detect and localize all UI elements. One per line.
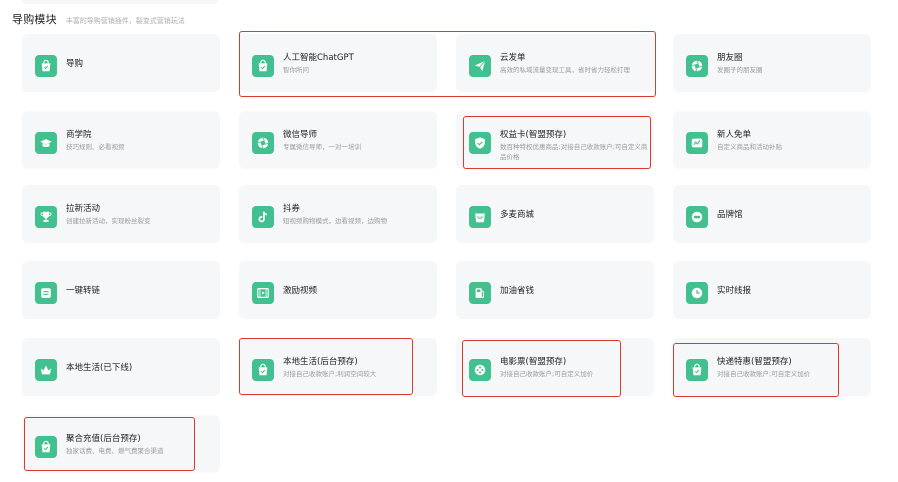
module-card[interactable]: 新人免单自定义商品和活动补贴 bbox=[673, 111, 871, 169]
section-title: 导购模块 bbox=[12, 13, 57, 26]
module-name: 多麦商城 bbox=[500, 210, 535, 220]
shopping-bag-icon bbox=[252, 55, 274, 77]
top-strip bbox=[22, 0, 218, 4]
fuel-pump-icon bbox=[469, 282, 491, 304]
module-description: 创建拉新活动，实现粉丝裂变 bbox=[66, 217, 151, 225]
shopping-bag-icon bbox=[35, 55, 57, 77]
module-card[interactable]: 朋友圈发圈子的朋友圈 bbox=[673, 34, 871, 92]
module-card[interactable]: 权益卡(智盟预存) 数百种特权优惠商品;对接自己收款账户;可自定义商品价格 bbox=[456, 111, 654, 169]
module-card[interactable]: 云发单高效的私域流量变现工具，省时省力轻松打理 bbox=[456, 34, 654, 92]
crown-icon bbox=[35, 359, 57, 381]
module-name: 抖券 bbox=[283, 204, 301, 214]
section-header: 导购模块 丰富的导购营销插件，裂变式营销玩法 bbox=[12, 11, 185, 27]
section-subtitle: 丰富的导购营销插件，裂变式营销玩法 bbox=[65, 17, 185, 25]
module-description: 数百种特权优惠商品;对接自己收款账户;可自定义商品价格 bbox=[500, 143, 648, 161]
module-card[interactable]: 电影票(智盟预存) 对接自己收款账户;可自定义加价 bbox=[456, 338, 654, 396]
module-card[interactable]: 导购 bbox=[22, 34, 220, 92]
module-name: 人工智能ChatGPT bbox=[283, 53, 354, 63]
module-description: 技巧规则、必看视频 bbox=[66, 143, 125, 151]
module-card[interactable]: 激励视频 bbox=[239, 261, 437, 319]
module-description: 短视频购物模式，边看视频，边购物 bbox=[283, 217, 387, 225]
shield-check-icon bbox=[469, 132, 491, 154]
module-description: 发圈子的朋友圈 bbox=[717, 66, 763, 74]
module-card[interactable]: 微信导师专属微信导师，一对一培训 bbox=[239, 111, 437, 169]
module-description: 专属微信导师，一对一培训 bbox=[283, 143, 361, 151]
module-name: 快递特惠(智盟预存) bbox=[717, 357, 792, 367]
module-description: 对接自己收款账户;可自定义加价 bbox=[500, 370, 594, 378]
module-card[interactable]: 品牌馆 bbox=[673, 185, 871, 243]
module-name: 权益卡(智盟预存) bbox=[500, 130, 567, 140]
shopping-bag-icon bbox=[35, 436, 57, 458]
shop-icon bbox=[469, 206, 491, 228]
graduation-cap-icon bbox=[35, 132, 57, 154]
module-card[interactable]: 人工智能ChatGPT 智你所问 bbox=[239, 34, 437, 92]
module-name: 新人免单 bbox=[717, 130, 752, 140]
module-card[interactable]: 多麦商城 bbox=[456, 185, 654, 243]
module-card[interactable]: 本地生活(已下线) bbox=[22, 338, 220, 396]
module-name: 云发单 bbox=[500, 53, 526, 63]
module-name: 实时线报 bbox=[717, 286, 752, 296]
module-name: 微信导师 bbox=[283, 130, 318, 140]
aperture-icon bbox=[686, 55, 708, 77]
module-card[interactable]: 一键转链 bbox=[22, 261, 220, 319]
module-description: 高效的私域流量变现工具，省时省力轻松打理 bbox=[500, 66, 630, 74]
shopping-bag-icon bbox=[686, 359, 708, 381]
module-card[interactable]: 本地生活(后台预存) 对接自己收款账户;利润空间较大 bbox=[239, 338, 437, 396]
link-card-icon bbox=[35, 282, 57, 304]
module-name: 一键转链 bbox=[66, 286, 101, 296]
module-card[interactable]: 快递特惠(智盟预存) 对接自己收款账户;可自定义加价 bbox=[673, 338, 871, 396]
module-name: 品牌馆 bbox=[717, 210, 743, 220]
module-name: 拉新活动 bbox=[66, 204, 101, 214]
module-name: 导购 bbox=[66, 59, 84, 69]
module-card[interactable]: 商学院技巧规则、必看视频 bbox=[22, 111, 220, 169]
module-card[interactable]: 实时线报 bbox=[673, 261, 871, 319]
module-name: 朋友圈 bbox=[717, 53, 743, 63]
module-description: 智你所问 bbox=[283, 66, 309, 74]
film-icon bbox=[252, 282, 274, 304]
paper-plane-icon bbox=[469, 55, 491, 77]
module-description: 对接自己收款账户;利润空间较大 bbox=[283, 370, 377, 378]
shopping-bag-icon bbox=[252, 359, 274, 381]
brand-badge-icon bbox=[686, 206, 708, 228]
module-name: 本地生活(已下线) bbox=[66, 363, 133, 373]
module-name: 商学院 bbox=[66, 130, 92, 140]
module-card[interactable]: 抖券短视频购物模式，边看视频，边购物 bbox=[239, 185, 437, 243]
module-name: 激励视频 bbox=[283, 286, 318, 296]
module-name: 聚合充值(后台预存) bbox=[66, 434, 141, 444]
module-name: 加油省钱 bbox=[500, 286, 535, 296]
film-reel-icon bbox=[469, 359, 491, 381]
tiktok-note-icon bbox=[252, 206, 274, 228]
gift-card-icon bbox=[686, 132, 708, 154]
clock-icon bbox=[686, 282, 708, 304]
trophy-icon bbox=[35, 206, 57, 228]
module-description: 独家话费、电费、燃气费聚合渠道 bbox=[66, 447, 164, 455]
module-name: 电影票(智盟预存) bbox=[500, 357, 567, 367]
module-card[interactable]: 拉新活动创建拉新活动，实现粉丝裂变 bbox=[22, 185, 220, 243]
module-description: 对接自己收款账户;可自定义加价 bbox=[717, 370, 811, 378]
aperture-icon bbox=[252, 132, 274, 154]
module-description: 自定义商品和活动补贴 bbox=[717, 143, 782, 151]
module-card[interactable]: 聚合充值(后台预存) 独家话费、电费、燃气费聚合渠道 bbox=[22, 415, 220, 473]
module-card[interactable]: 加油省钱 bbox=[456, 261, 654, 319]
module-name: 本地生活(后台预存) bbox=[283, 357, 358, 367]
